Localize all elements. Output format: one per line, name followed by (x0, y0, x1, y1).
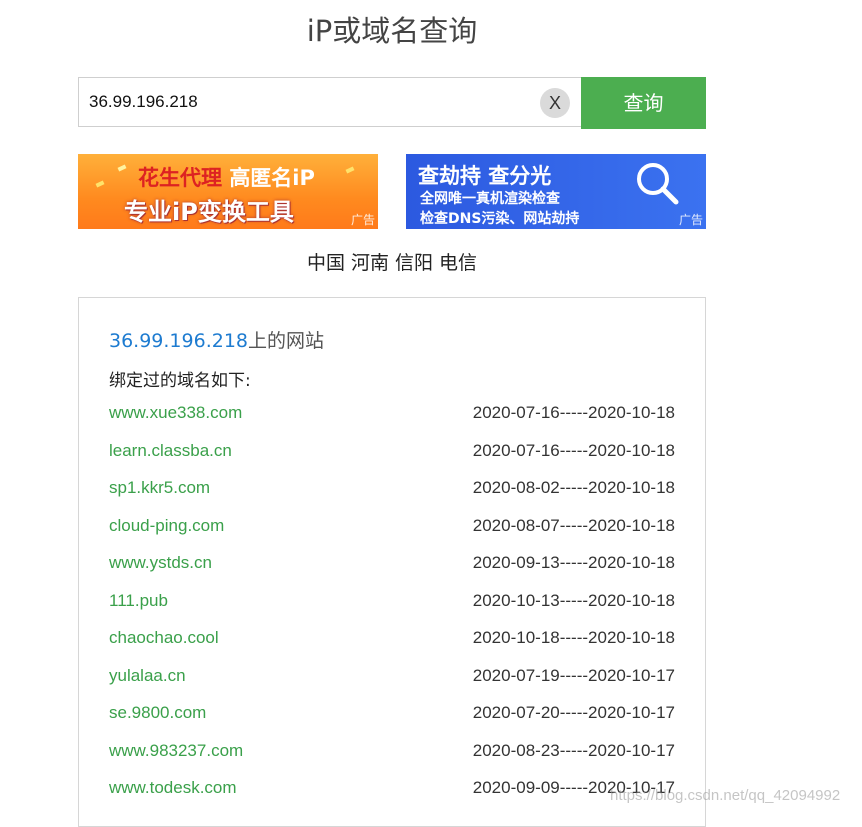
search-box: X (78, 77, 581, 127)
table-row: yulalaa.cn 2020-07-19-----2020-10-17 (109, 666, 675, 690)
date-range: 2020-08-23-----2020-10-17 (472, 741, 675, 760)
domain-link[interactable]: se.9800.com (109, 703, 206, 723)
date-range: 2020-07-16-----2020-10-18 (472, 403, 675, 422)
search-input[interactable] (79, 78, 519, 126)
confetti-icon (345, 166, 355, 174)
ip-location: 中国 河南 信阳 电信 (306, 252, 478, 274)
table-row: se.9800.com 2020-07-20-----2020-10-17 (109, 703, 675, 727)
ad-headline: 查劫持 查分光 (418, 164, 552, 188)
table-row: sp1.kkr5.com 2020-08-02-----2020-10-18 (109, 478, 675, 502)
results-title-suffix: 上的网站 (248, 330, 325, 352)
ad-subline: 全网唯一真机渲染检查 (420, 191, 560, 207)
date-range: 2020-10-18-----2020-10-18 (472, 628, 675, 647)
table-row: learn.classba.cn 2020-07-16-----2020-10-… (109, 441, 675, 465)
domain-link[interactable]: 111.pub (109, 591, 168, 611)
domain-link[interactable]: www.xue338.com (109, 403, 242, 423)
ad-banner-hijack-check[interactable]: 查劫持 查分光 全网唯一真机渲染检查 检查DNS污染、网站劫持 广告 (406, 154, 706, 229)
domain-link[interactable]: learn.classba.cn (109, 441, 232, 461)
page-title: iP或域名查询 (306, 14, 478, 48)
table-row: www.983237.com 2020-08-23-----2020-10-17 (109, 741, 675, 765)
ad-slogan: 专业iP变换工具 (124, 198, 294, 226)
date-range: 2020-08-02-----2020-10-18 (472, 478, 675, 497)
table-row: cloud-ping.com 2020-08-07-----2020-10-18 (109, 516, 675, 540)
results-panel: 36.99.196.218上的网站 绑定过的域名如下: www.xue338.c… (78, 297, 706, 827)
domain-link[interactable]: sp1.kkr5.com (109, 478, 210, 498)
date-range: 2020-09-13-----2020-10-18 (472, 553, 675, 572)
table-row: chaochao.cool 2020-10-18-----2020-10-18 (109, 628, 675, 652)
table-row: www.xue338.com 2020-07-16-----2020-10-18 (109, 403, 675, 427)
query-button[interactable]: 查询 (581, 77, 706, 129)
result-ip: 36.99.196.218 (109, 330, 249, 352)
confetti-icon (117, 164, 127, 172)
domain-link[interactable]: www.todesk.com (109, 778, 237, 798)
date-range: 2020-10-13-----2020-10-18 (472, 591, 675, 610)
table-row: www.ystds.cn 2020-09-13-----2020-10-18 (109, 553, 675, 577)
date-range: 2020-07-20-----2020-10-17 (472, 703, 675, 722)
domain-link[interactable]: www.ystds.cn (109, 553, 212, 573)
table-row: www.todesk.com 2020-09-09-----2020-10-17 (109, 778, 675, 802)
results-title: 36.99.196.218上的网站 (109, 326, 324, 353)
ad-feature: 高匿名iP (229, 166, 315, 190)
date-range: 2020-07-16-----2020-10-18 (472, 441, 675, 460)
results-subtitle: 绑定过的域名如下: (109, 371, 251, 391)
domain-link[interactable]: cloud-ping.com (109, 516, 224, 536)
ad-tag: 广告 (350, 213, 375, 227)
magnifier-icon (637, 163, 679, 205)
date-range: 2020-07-19-----2020-10-17 (472, 666, 675, 685)
table-row: 111.pub 2020-10-13-----2020-10-18 (109, 591, 675, 615)
ad-headline: 花生代理 高匿名iP (138, 162, 315, 192)
domain-link[interactable]: chaochao.cool (109, 628, 219, 648)
watermark: https://blog.csdn.net/qq_42094992 (610, 787, 841, 804)
domain-link[interactable]: yulalaa.cn (109, 666, 186, 686)
confetti-icon (95, 180, 105, 188)
ad-tag: 广告 (678, 213, 703, 227)
clear-button[interactable]: X (540, 88, 570, 118)
ad-brand: 花生代理 (138, 166, 222, 190)
ad-banner-proxy[interactable]: 花生代理 高匿名iP 专业iP变换工具 广告 (78, 154, 378, 229)
date-range: 2020-08-07-----2020-10-18 (472, 516, 675, 535)
domain-link[interactable]: www.983237.com (109, 741, 243, 761)
ad-subline: 检查DNS污染、网站劫持 (420, 211, 580, 227)
